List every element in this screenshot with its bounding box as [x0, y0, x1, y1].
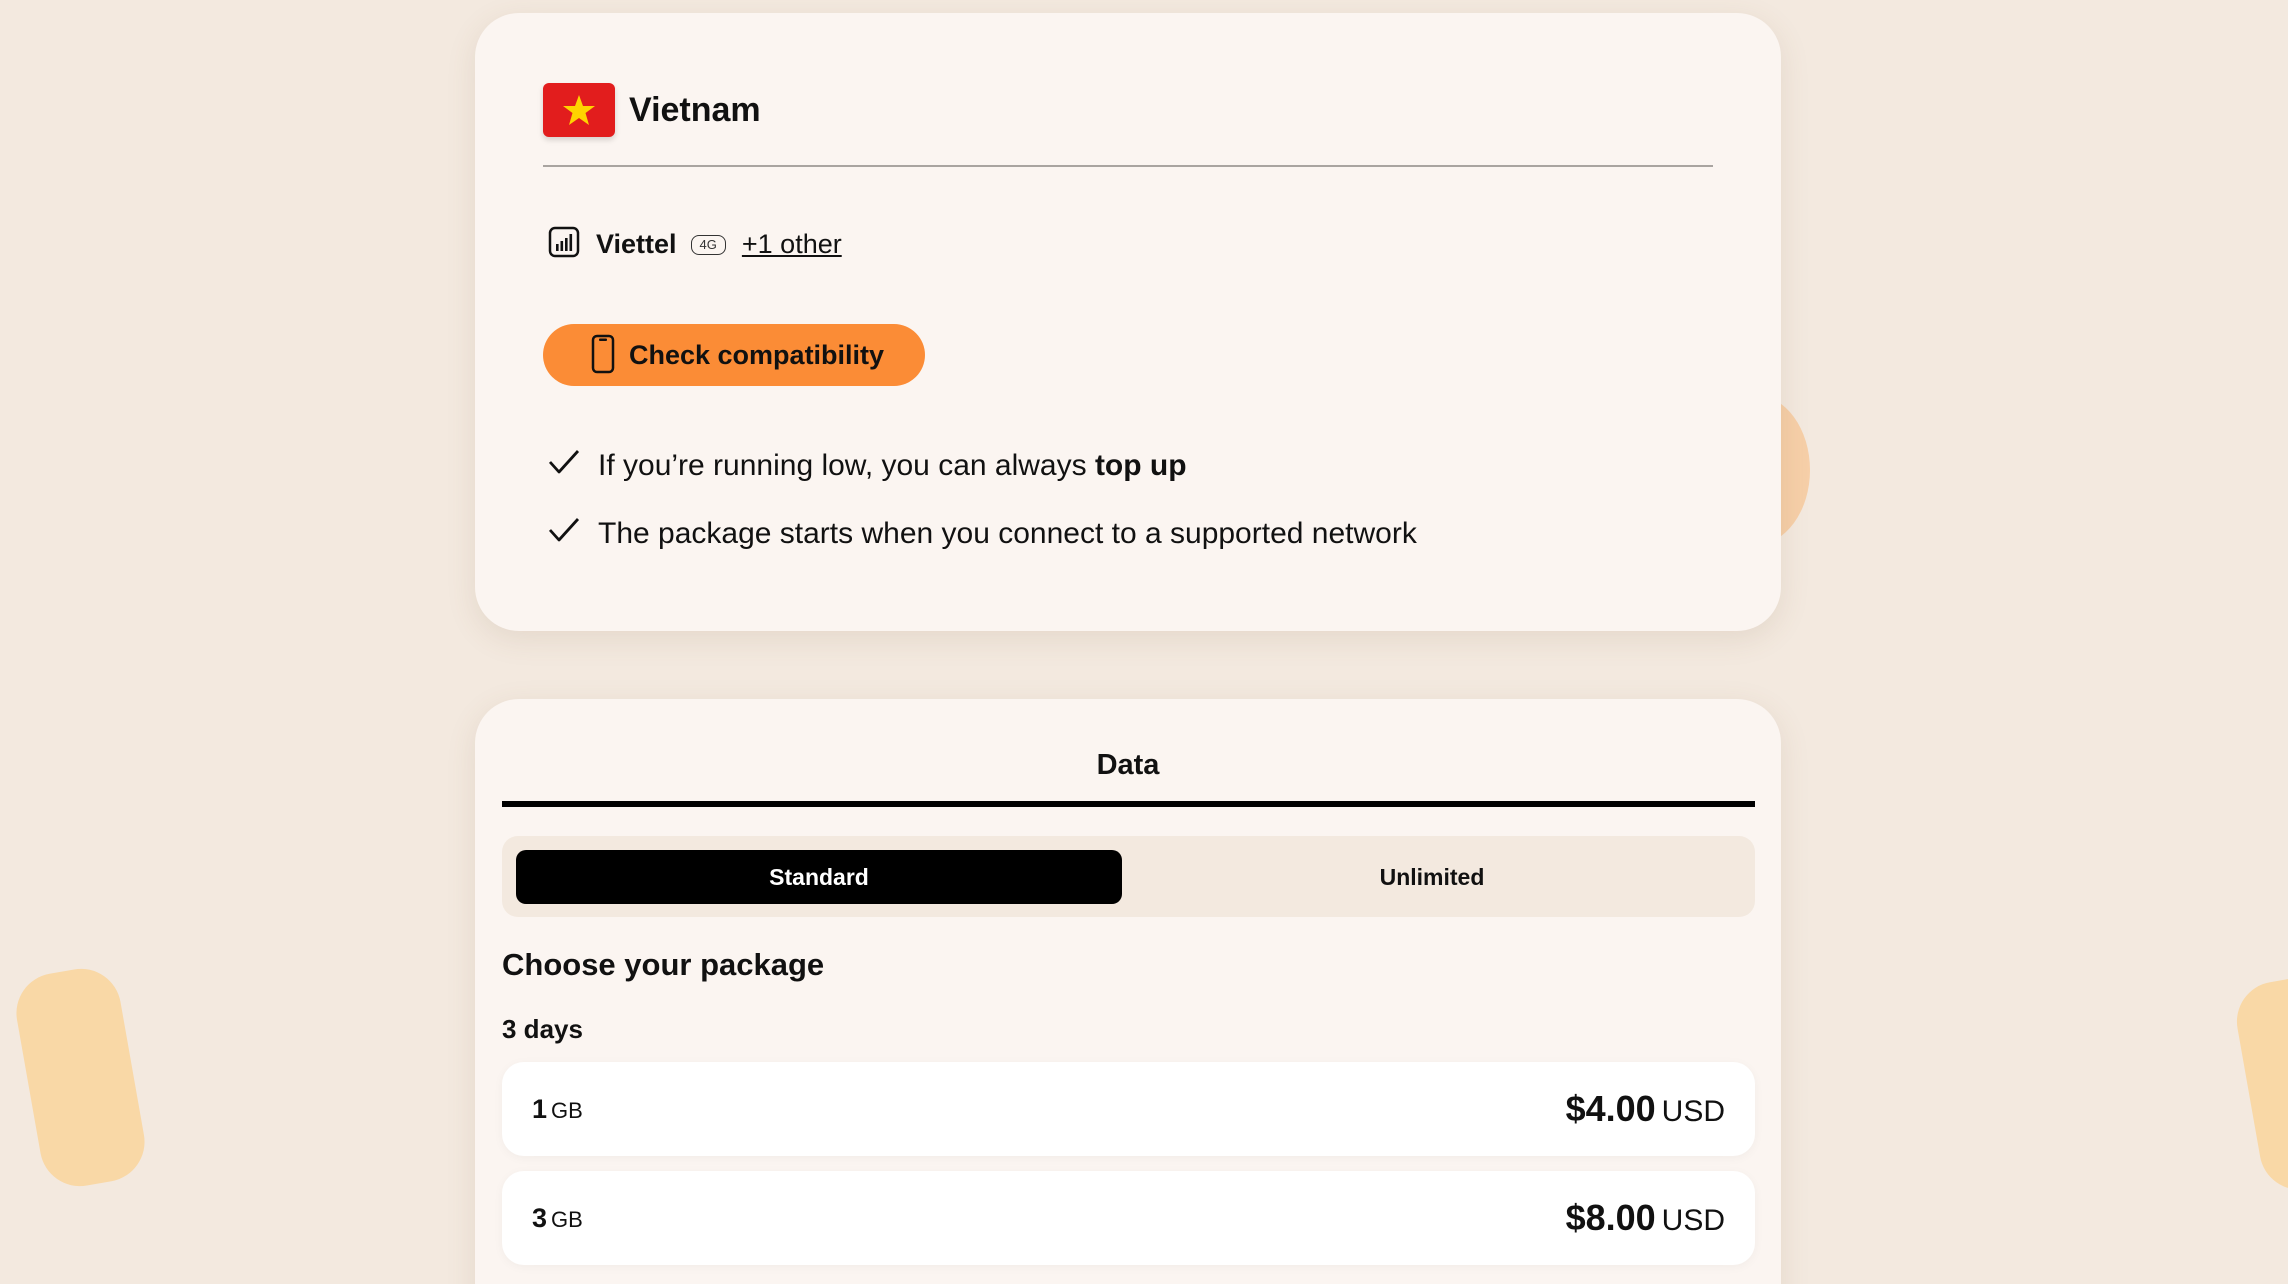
package-unit: GB	[551, 1206, 583, 1232]
package-price: $8.00 USD	[1566, 1197, 1725, 1239]
page: Vietnam Viettel 4G +1 other Check compat…	[0, 0, 2288, 1284]
feature-item: The package starts when you connect to a…	[548, 516, 1417, 552]
data-packages-card: Data Standard Unlimited Choose your pack…	[475, 699, 1781, 1284]
tab-underline	[502, 801, 1755, 807]
standard-toggle-button[interactable]: Standard	[516, 850, 1122, 904]
feature-text: The package starts when you connect to a…	[598, 517, 1417, 550]
network-row: Viettel 4G +1 other	[548, 226, 842, 263]
plan-type-toggle: Standard Unlimited	[502, 836, 1755, 917]
package-price: $4.00 USD	[1566, 1088, 1725, 1130]
package-amount: 1	[532, 1093, 548, 1124]
package-option[interactable]: 3 GB $8.00 USD	[502, 1171, 1755, 1265]
other-networks-link[interactable]: +1 other	[742, 229, 842, 260]
duration-label: 3 days	[502, 1014, 583, 1044]
feature-item: If you’re running low, you can always to…	[548, 448, 1187, 484]
country-info-card: Vietnam Viettel 4G +1 other Check compat…	[475, 13, 1781, 631]
feature-text: If you’re running low, you can always to…	[598, 449, 1187, 483]
choose-package-title: Choose your package	[502, 947, 825, 982]
country-name: Vietnam	[629, 90, 761, 129]
check-compatibility-label: Check compatibility	[629, 339, 885, 370]
package-size: 3 GB	[532, 1203, 583, 1234]
unlimited-toggle-button[interactable]: Unlimited	[1122, 850, 1742, 904]
checkmark-icon	[548, 448, 580, 484]
package-size: 1 GB	[532, 1094, 583, 1125]
tab-data[interactable]: Data	[475, 749, 1781, 782]
vietnam-flag-icon	[543, 83, 615, 137]
network-name: Viettel	[596, 229, 677, 259]
decorative-blob	[2230, 970, 2288, 1196]
phone-icon	[591, 334, 615, 377]
price-value: $4.00	[1565, 1088, 1656, 1129]
country-header: Vietnam	[543, 83, 761, 137]
price-currency: USD	[1661, 1095, 1725, 1128]
check-compatibility-button[interactable]: Check compatibility	[543, 324, 925, 386]
package-option[interactable]: 1 GB $4.00 USD	[502, 1062, 1755, 1156]
divider	[543, 165, 1713, 167]
package-amount: 3	[532, 1202, 548, 1233]
network-type-badge: 4G	[690, 234, 726, 255]
checkmark-icon	[548, 516, 580, 552]
top-up-text: top up	[1094, 449, 1187, 482]
package-unit: GB	[551, 1097, 583, 1123]
price-currency: USD	[1661, 1204, 1725, 1237]
decorative-blob	[10, 962, 151, 1193]
price-value: $8.00	[1565, 1197, 1656, 1238]
signal-bars-icon	[548, 226, 580, 263]
feature-text-plain: If you’re running low, you can always	[598, 449, 1095, 482]
